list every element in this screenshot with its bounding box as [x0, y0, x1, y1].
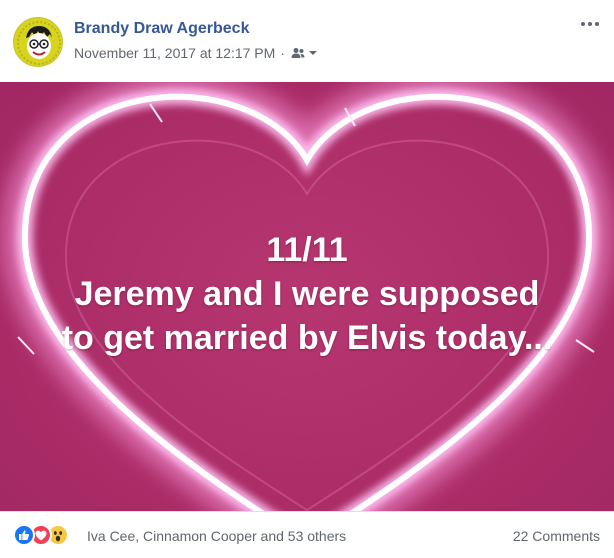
post-header: Brandy Draw Agerbeck November 11, 2017 a…	[0, 0, 614, 82]
more-horizontal-icon	[581, 22, 585, 26]
reaction-names[interactable]: Iva Cee, Cinnamon Cooper and 53 others	[87, 528, 346, 544]
author-avatar[interactable]	[13, 17, 63, 67]
post-timestamp[interactable]: November 11, 2017 at 12:17 PM	[74, 45, 275, 61]
image-caption: 11/11 Jeremy and I were supposed to get …	[0, 228, 614, 360]
caption-date: 11/11	[266, 231, 348, 269]
caption-line-2: to get married by Elvis today...	[61, 319, 553, 357]
caption-line-1: Jeremy and I were supposed	[74, 275, 540, 313]
friends-icon	[291, 48, 305, 58]
chevron-down-icon	[308, 51, 317, 55]
more-horizontal-icon	[588, 22, 592, 26]
more-options-button[interactable]	[578, 14, 602, 34]
comments-count[interactable]: 22 Comments	[513, 528, 600, 544]
meta-separator: ·	[280, 45, 285, 61]
reaction-icons[interactable]	[13, 524, 69, 546]
more-horizontal-icon	[595, 22, 599, 26]
post-meta: November 11, 2017 at 12:17 PM ·	[74, 45, 318, 61]
post-footer: Iva Cee, Cinnamon Cooper and 53 others 2…	[0, 511, 614, 558]
post-image[interactable]: 11/11 Jeremy and I were supposed to get …	[0, 82, 614, 511]
audience-selector[interactable]	[291, 47, 318, 59]
author-name[interactable]: Brandy Draw Agerbeck	[74, 20, 249, 38]
facebook-post: Brandy Draw Agerbeck November 11, 2017 a…	[0, 0, 614, 558]
like-reaction-icon[interactable]	[13, 524, 35, 546]
avatar-face-icon	[14, 18, 62, 66]
